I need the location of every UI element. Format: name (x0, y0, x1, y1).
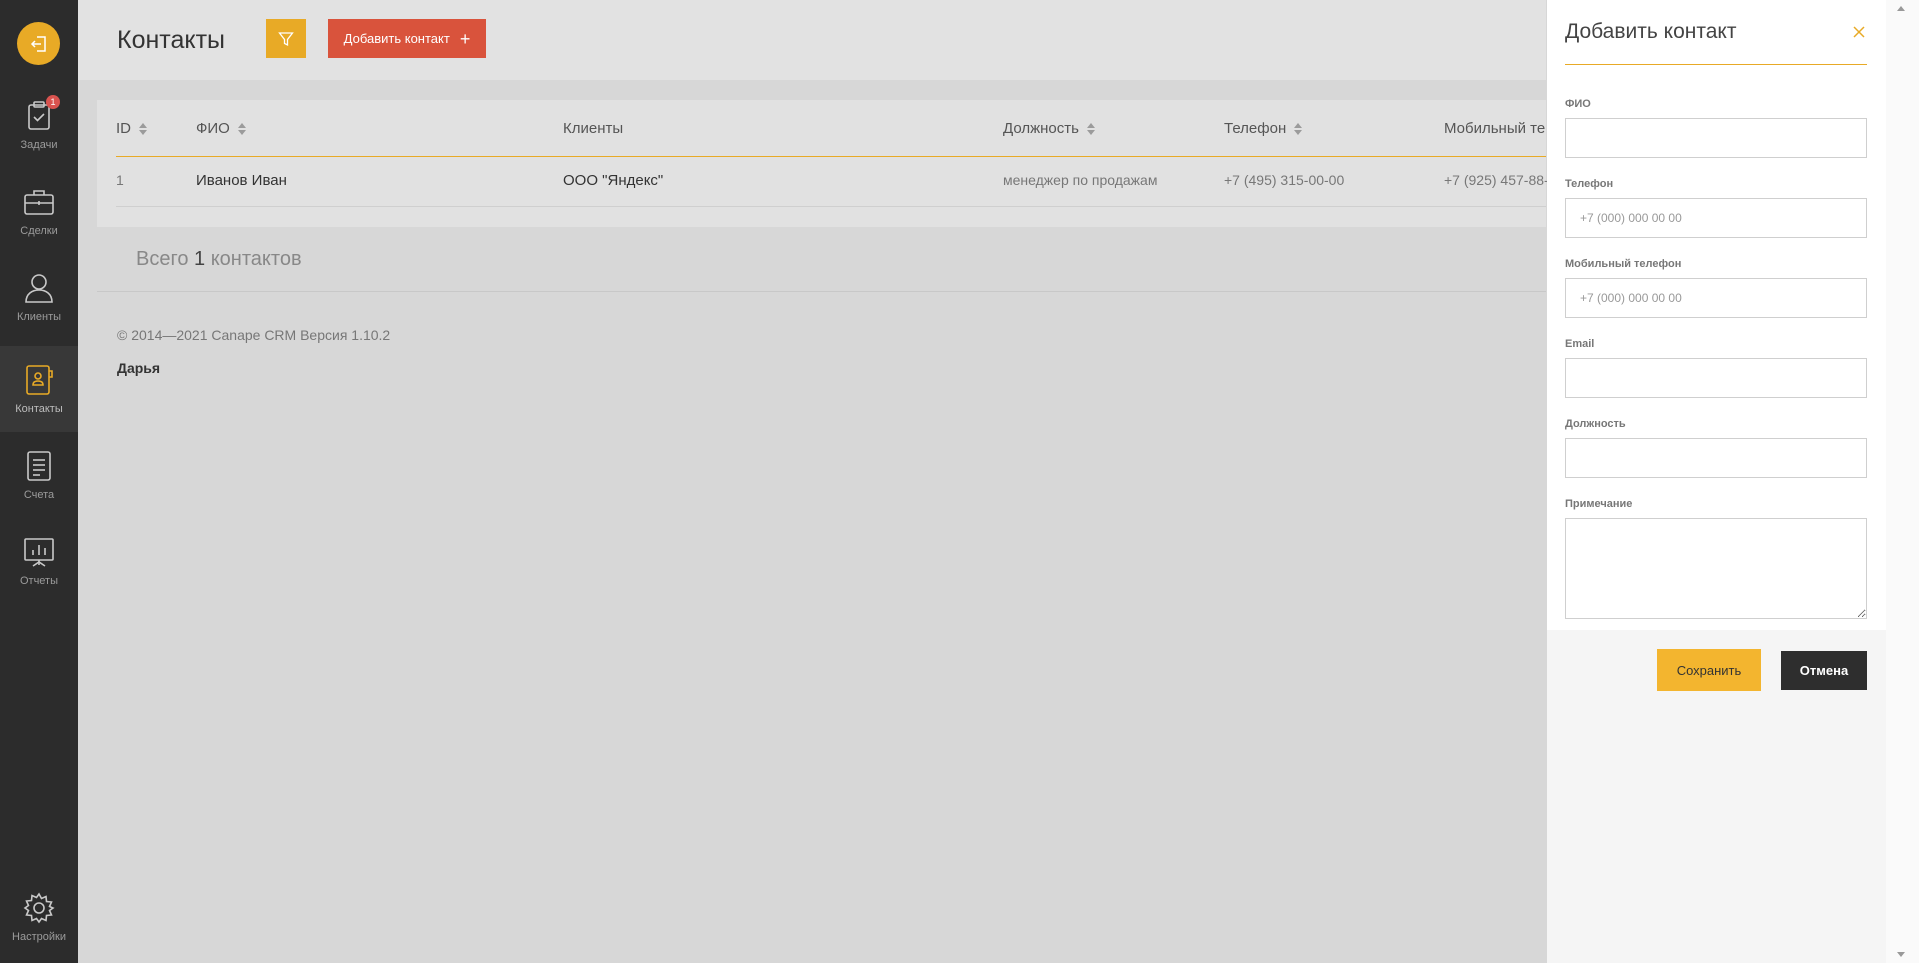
sidebar-item-label: Клиенты (16, 311, 62, 323)
logout-icon (30, 35, 46, 52)
save-button[interactable]: Сохранить (1657, 649, 1761, 691)
scrollbar[interactable] (1886, 0, 1919, 963)
scroll-down-icon[interactable] (1897, 952, 1905, 957)
sidebar-item-contacts[interactable]: Контакты (0, 346, 78, 432)
invoice-icon (22, 449, 56, 483)
tasks-badge: 1 (46, 95, 60, 109)
close-button[interactable] (1851, 24, 1867, 40)
sidebar-item-label: Контакты (15, 403, 63, 415)
table-row[interactable]: 1 Иванов Иван ООО "Яндекс" менеджер по п… (116, 157, 1549, 207)
note-field[interactable] (1565, 518, 1867, 619)
email-field[interactable] (1565, 358, 1867, 398)
briefcase-icon (22, 185, 56, 219)
phone-label: Телефон (1565, 178, 1614, 190)
close-icon (1853, 26, 1865, 38)
cell-id: 1 (116, 172, 124, 188)
cell-client[interactable]: ООО "Яндекс" (563, 172, 663, 189)
email-label: Email (1565, 338, 1595, 350)
cell-mobile: +7 (925) 457-88- (1444, 172, 1549, 188)
page-title: Контакты (117, 26, 225, 54)
column-clients: Клиенты (563, 120, 623, 137)
column-mobile-label: Мобильный те (1444, 120, 1546, 137)
mobile-label: Мобильный телефон (1565, 258, 1682, 270)
sidebar: 1 Задачи Сделки Клиенты Контакты Счета О… (0, 0, 78, 963)
position-label: Должность (1565, 418, 1626, 430)
column-position[interactable]: Должность (1003, 120, 1095, 137)
sort-icon (237, 122, 246, 135)
current-user[interactable]: Дарья (117, 360, 160, 376)
add-contact-label: Добавить контакт (343, 31, 450, 46)
column-name-label: ФИО (196, 120, 230, 137)
sort-icon (1294, 122, 1303, 135)
sort-icon (139, 122, 147, 135)
filter-icon (278, 31, 294, 46)
total-suffix: контактов (210, 248, 302, 270)
cell-name[interactable]: Иванов Иван (196, 172, 287, 189)
sidebar-item-label: Настройки (12, 931, 66, 943)
total-number: 1 (194, 248, 206, 270)
cell-phone: +7 (495) 315-00-00 (1224, 172, 1345, 188)
filter-button[interactable] (266, 19, 306, 58)
sidebar-item-deals[interactable]: Сделки (0, 168, 78, 254)
sort-icon (1086, 122, 1095, 135)
total-count: Всего 1 контактов (136, 248, 302, 271)
sidebar-item-tasks[interactable]: 1 Задачи (0, 82, 78, 168)
sidebar-item-label: Сделки (20, 225, 58, 237)
sidebar-item-label: Задачи (20, 139, 58, 151)
fio-label: ФИО (1565, 98, 1591, 110)
mobile-field[interactable] (1565, 278, 1867, 318)
sidebar-item-settings[interactable]: Настройки (0, 874, 78, 960)
gear-icon (22, 891, 56, 925)
column-position-label: Должность (1003, 120, 1079, 137)
cancel-button[interactable]: Отмена (1781, 651, 1867, 690)
column-mobile: Мобильный те (1444, 120, 1545, 137)
panel-form: Добавить контакт ФИО Телефон Мобильный т… (1547, 0, 1886, 630)
sidebar-item-invoices[interactable]: Счета (0, 432, 78, 518)
total-prefix: Всего (136, 248, 189, 270)
contact-book-icon (22, 363, 56, 397)
add-contact-button[interactable]: Добавить контакт + (328, 19, 486, 58)
sidebar-item-label: Отчеты (19, 575, 59, 587)
chart-board-icon (22, 535, 56, 569)
user-icon (22, 271, 56, 305)
scroll-up-icon[interactable] (1897, 6, 1905, 11)
column-clients-label: Клиенты (563, 120, 624, 137)
divider (1565, 64, 1867, 65)
column-id-label: ID (116, 120, 131, 137)
panel-title: Добавить контакт (1565, 20, 1737, 43)
column-phone[interactable]: Телефон (1224, 120, 1303, 137)
note-label: Примечание (1565, 498, 1633, 510)
table-header: ID ФИО Клиенты Должность Телефон Мобильн… (116, 100, 1546, 157)
sidebar-item-label: Счета (23, 489, 55, 501)
cell-position: менеджер по продажам (1003, 172, 1158, 188)
copyright: © 2014—2021 Canape CRM Версия 1.10.2 (117, 327, 391, 343)
column-phone-label: Телефон (1224, 120, 1287, 137)
column-name[interactable]: ФИО (196, 120, 246, 137)
clipboard-check-icon: 1 (22, 95, 60, 133)
position-field[interactable] (1565, 438, 1867, 478)
plus-icon: + (459, 28, 471, 49)
column-id[interactable]: ID (116, 120, 147, 137)
sidebar-item-clients[interactable]: Клиенты (0, 254, 78, 340)
fio-field[interactable] (1565, 118, 1867, 158)
page-header: Контакты Добавить контакт + (78, 0, 1546, 80)
table-footer: Всего 1 контактов (97, 227, 1546, 292)
logout-button[interactable] (17, 22, 60, 65)
contacts-table: ID ФИО Клиенты Должность Телефон Мобильн… (97, 100, 1549, 292)
phone-field[interactable] (1565, 198, 1867, 238)
sidebar-item-reports[interactable]: Отчеты (0, 518, 78, 604)
add-contact-panel: Добавить контакт ФИО Телефон Мобильный т… (1547, 0, 1886, 963)
